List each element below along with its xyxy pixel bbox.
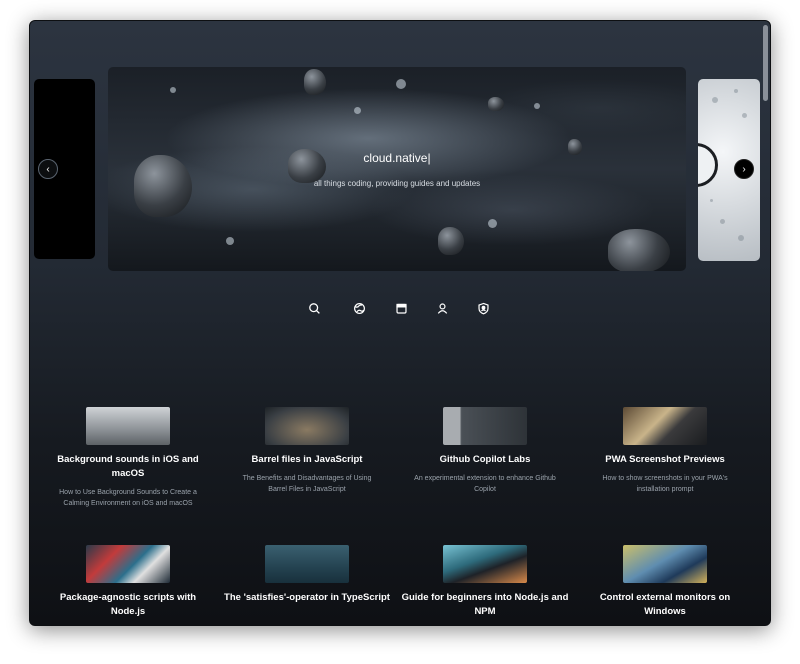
post-card[interactable]: PWA Screenshot Previews How to show scre… bbox=[580, 407, 750, 495]
post-thumbnail bbox=[86, 545, 170, 583]
icon-toolbar bbox=[30, 299, 770, 317]
chevron-right-icon: › bbox=[742, 163, 746, 175]
post-thumbnail bbox=[86, 407, 170, 445]
post-title: Barrel files in JavaScript bbox=[251, 454, 363, 465]
scrollbar-thumb[interactable] bbox=[763, 25, 768, 101]
water-drop bbox=[738, 235, 744, 241]
user-icon bbox=[437, 302, 447, 314]
search-button[interactable] bbox=[305, 299, 323, 317]
post-title: Github Copilot Labs bbox=[439, 454, 531, 465]
shield-user-icon bbox=[477, 302, 489, 314]
post-thumbnail bbox=[265, 407, 349, 445]
post-title: Guide for beginners into Node.js and NPM bbox=[401, 592, 569, 617]
water-drop bbox=[710, 199, 713, 202]
post-thumbnail bbox=[443, 545, 527, 583]
debris-dot bbox=[488, 219, 497, 228]
carousel-next-button[interactable]: › bbox=[734, 159, 754, 179]
post-title: Background sounds in iOS and macOS bbox=[57, 454, 199, 479]
post-card[interactable]: Package-agnostic scripts with Node.js bbox=[43, 545, 213, 619]
post-card[interactable]: Background sounds in iOS and macOS How t… bbox=[43, 407, 213, 509]
search-icon bbox=[308, 302, 320, 314]
post-thumbnail bbox=[265, 545, 349, 583]
water-drop bbox=[742, 113, 747, 118]
hero-carousel: cloud.native| all things coding, providi… bbox=[30, 21, 770, 281]
calendar-icon bbox=[395, 303, 407, 314]
post-card[interactable]: Control external monitors on Windows bbox=[580, 545, 750, 619]
hero-title: cloud.native| bbox=[363, 151, 431, 165]
asteroid-image bbox=[304, 69, 326, 95]
post-description: How to Use Background Sounds to Create a… bbox=[59, 489, 197, 507]
carousel-slide-current[interactable]: cloud.native| all things coding, providi… bbox=[108, 67, 686, 271]
water-drop bbox=[712, 97, 718, 103]
globe-icon bbox=[353, 302, 365, 314]
debris-dot bbox=[170, 87, 176, 93]
asteroid-image bbox=[608, 229, 670, 271]
post-description: The Benefits and Disadvantages of Using … bbox=[242, 475, 372, 493]
asteroid-image bbox=[438, 227, 464, 255]
post-description: An experimental extension to enhance Git… bbox=[414, 475, 556, 493]
browser-window: cloud.native| all things coding, providi… bbox=[29, 20, 771, 626]
debris-dot bbox=[226, 237, 234, 245]
globe-button[interactable] bbox=[350, 299, 368, 317]
post-card[interactable]: Barrel files in JavaScript The Benefits … bbox=[222, 407, 392, 495]
post-thumbnail bbox=[623, 407, 707, 445]
debris-dot bbox=[534, 103, 540, 109]
post-card[interactable]: Guide for beginners into Node.js and NPM bbox=[400, 545, 570, 619]
post-description: How to show screenshots in your PWA's in… bbox=[602, 475, 728, 493]
water-drop bbox=[720, 219, 725, 224]
shield-user-button[interactable] bbox=[474, 299, 492, 317]
post-card[interactable]: The 'satisfies'-operator in TypeScript bbox=[222, 545, 392, 605]
carousel-prev-button[interactable]: ‹ bbox=[38, 159, 58, 179]
water-drop bbox=[734, 89, 738, 93]
asteroid-image bbox=[488, 97, 504, 111]
post-title: Control external monitors on Windows bbox=[599, 592, 731, 617]
chevron-left-icon: ‹ bbox=[46, 163, 50, 175]
hero-subtitle: all things coding, providing guides and … bbox=[313, 179, 481, 188]
post-card[interactable]: Github Copilot Labs An experimental exte… bbox=[400, 407, 570, 495]
post-thumbnail bbox=[623, 545, 707, 583]
post-title: PWA Screenshot Previews bbox=[605, 454, 725, 465]
post-title: Package-agnostic scripts with Node.js bbox=[59, 592, 197, 617]
calendar-button[interactable] bbox=[392, 299, 410, 317]
vertical-scrollbar[interactable] bbox=[763, 25, 768, 621]
ring-image bbox=[698, 143, 718, 187]
post-title: The 'satisfies'-operator in TypeScript bbox=[224, 592, 390, 603]
post-thumbnail bbox=[443, 407, 527, 445]
user-button[interactable] bbox=[433, 299, 451, 317]
debris-dot bbox=[354, 107, 361, 114]
debris-dot bbox=[396, 79, 406, 89]
